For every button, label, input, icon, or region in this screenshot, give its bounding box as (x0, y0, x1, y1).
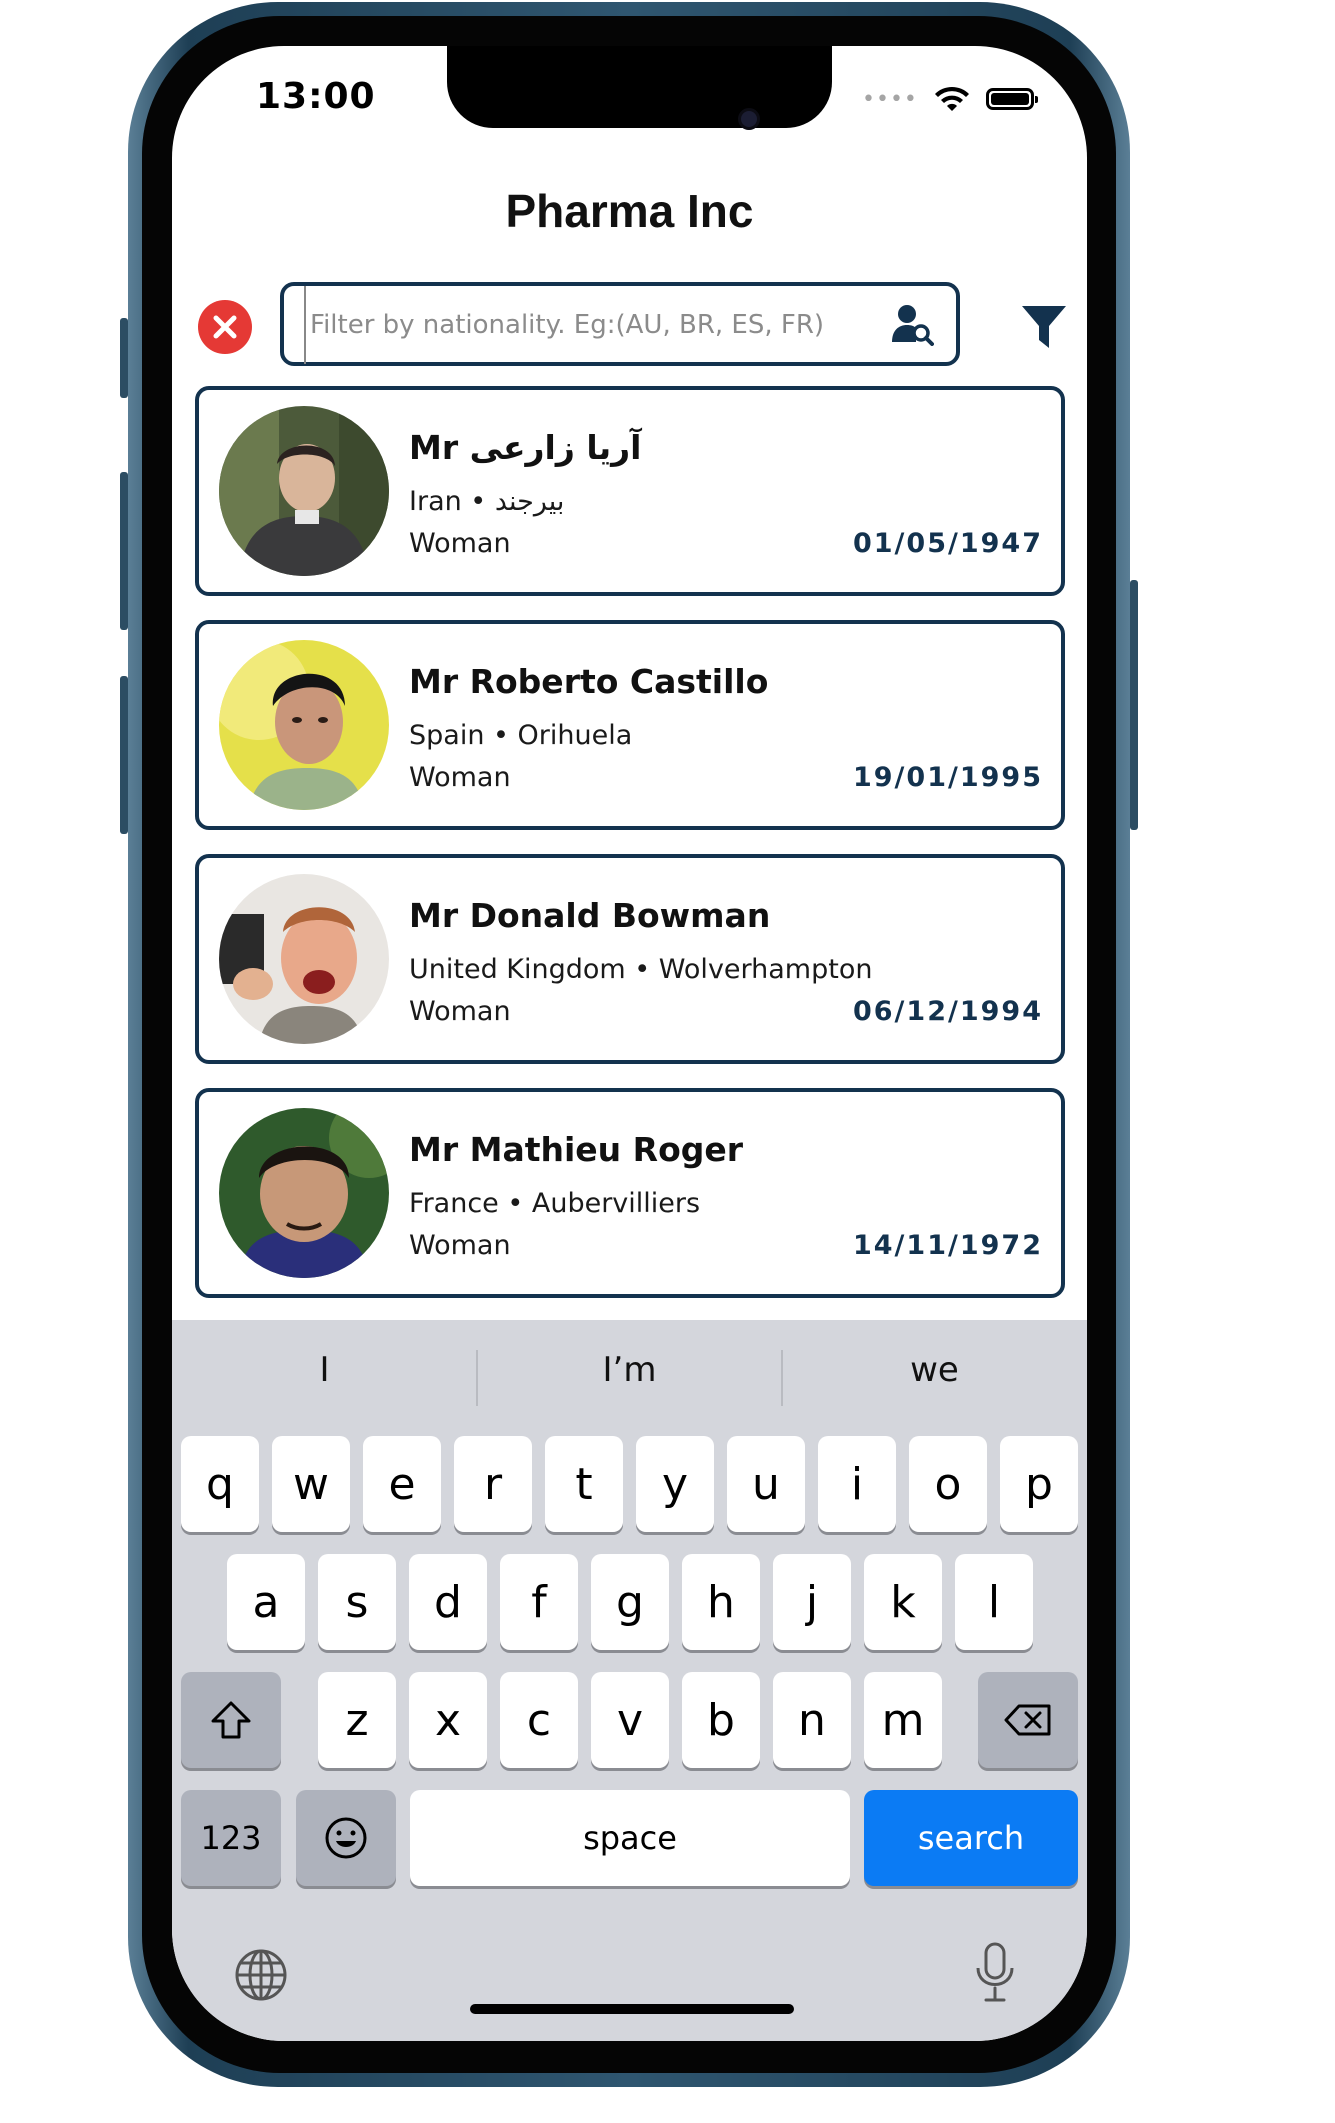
user-name: Mr Roberto Castillo (409, 662, 769, 701)
home-indicator[interactable] (470, 2004, 794, 2014)
user-card[interactable]: Mr Mathieu Roger France • Aubervilliers … (195, 1088, 1065, 1298)
user-gender: Woman (409, 528, 511, 559)
user-gender: Woman (409, 762, 511, 793)
user-list[interactable]: Mr آریا زارعی Iran • بیرجند Woman 01/05/… (195, 386, 1065, 1320)
nationality-filter-field[interactable] (280, 282, 960, 366)
power-button (1130, 580, 1138, 830)
key-o[interactable]: o (909, 1436, 987, 1532)
user-birthdate: 06/12/1994 (852, 996, 1043, 1027)
key-b[interactable]: b (682, 1672, 760, 1768)
emoji-key[interactable] (296, 1790, 396, 1886)
shift-arrow-icon (211, 1701, 251, 1739)
key-f[interactable]: f (500, 1554, 578, 1650)
status-time: 13:00 (256, 76, 376, 117)
user-location: Iran • بیرجند (409, 486, 565, 517)
phone-screen: 13:00 •••• Pharma Inc Filter by national… (172, 46, 1087, 2041)
suggestion-bar: I I’m we (172, 1320, 1087, 1432)
key-a[interactable]: a (227, 1554, 305, 1650)
user-gender: Woman (409, 1230, 511, 1261)
filter-icon[interactable] (1020, 304, 1068, 350)
key-d[interactable]: d (409, 1554, 487, 1650)
user-gender: Woman (409, 996, 511, 1027)
key-q[interactable]: q (181, 1436, 259, 1532)
backspace-key[interactable] (978, 1672, 1078, 1768)
user-birthdate: 01/05/1947 (852, 528, 1043, 559)
user-avatar (219, 640, 389, 810)
emoji-icon (325, 1817, 367, 1859)
space-key[interactable]: space (410, 1790, 850, 1886)
suggestion-item[interactable]: we (782, 1350, 1087, 1390)
key-h[interactable]: h (682, 1554, 760, 1650)
nationality-filter-input[interactable] (304, 286, 882, 364)
key-r[interactable]: r (454, 1436, 532, 1532)
user-name: Mr آریا زارعی (409, 428, 642, 467)
user-location: Spain • Orihuela (409, 720, 633, 751)
user-avatar (219, 874, 389, 1044)
backspace-icon (1004, 1704, 1051, 1736)
search-key[interactable]: search (864, 1790, 1078, 1886)
key-u[interactable]: u (727, 1436, 805, 1532)
key-k[interactable]: k (864, 1554, 942, 1650)
volume-up-button (120, 472, 128, 630)
signal-icon: •••• (862, 86, 918, 112)
numbers-key[interactable]: 123 (181, 1790, 281, 1886)
wifi-icon (934, 86, 969, 111)
user-birthdate: 19/01/1995 (852, 762, 1043, 793)
key-c[interactable]: c (500, 1672, 578, 1768)
user-location: France • Aubervilliers (409, 1188, 701, 1219)
key-p[interactable]: p (1000, 1436, 1078, 1532)
user-name: Mr Mathieu Roger (409, 1130, 744, 1169)
key-s[interactable]: s (318, 1554, 396, 1650)
user-name: Mr Donald Bowman (409, 896, 771, 935)
suggestion-item[interactable]: I (172, 1350, 477, 1390)
silent-switch (120, 318, 128, 398)
user-card[interactable]: Mr Roberto Castillo Spain • Orihuela Wom… (195, 620, 1065, 830)
battery-icon (985, 88, 1038, 110)
key-t[interactable]: t (545, 1436, 623, 1532)
key-w[interactable]: w (272, 1436, 350, 1532)
user-card[interactable]: Mr Donald Bowman United Kingdom • Wolver… (195, 854, 1065, 1064)
close-icon (213, 315, 237, 339)
key-e[interactable]: e (363, 1436, 441, 1532)
key-x[interactable]: x (409, 1672, 487, 1768)
key-m[interactable]: m (864, 1672, 942, 1768)
globe-icon[interactable] (232, 1946, 290, 2004)
volume-down-button (120, 676, 128, 834)
person-search-icon[interactable] (890, 302, 934, 346)
user-avatar (219, 1108, 389, 1278)
front-camera (738, 108, 760, 130)
key-j[interactable]: j (773, 1554, 851, 1650)
key-n[interactable]: n (773, 1672, 851, 1768)
key-v[interactable]: v (591, 1672, 669, 1768)
notch (447, 46, 832, 128)
user-card[interactable]: Mr آریا زارعی Iran • بیرجند Woman 01/05/… (195, 386, 1065, 596)
page-title: Pharma Inc (505, 185, 754, 237)
status-indicators: •••• (862, 84, 1038, 114)
onscreen-keyboard: I I’m we q w e r t y u i o p a s d f g h… (172, 1320, 1087, 2041)
shift-key[interactable] (181, 1672, 281, 1768)
suggestion-item[interactable]: I’m (477, 1350, 782, 1390)
key-i[interactable]: i (818, 1436, 896, 1532)
user-location: United Kingdom • Wolverhampton (409, 954, 873, 985)
key-y[interactable]: y (636, 1436, 714, 1532)
microphone-icon[interactable] (972, 1940, 1018, 2006)
key-l[interactable]: l (955, 1554, 1033, 1650)
key-z[interactable]: z (318, 1672, 396, 1768)
user-birthdate: 14/11/1972 (852, 1230, 1043, 1261)
clear-filter-button[interactable] (198, 300, 252, 354)
user-avatar (219, 406, 389, 576)
key-g[interactable]: g (591, 1554, 669, 1650)
